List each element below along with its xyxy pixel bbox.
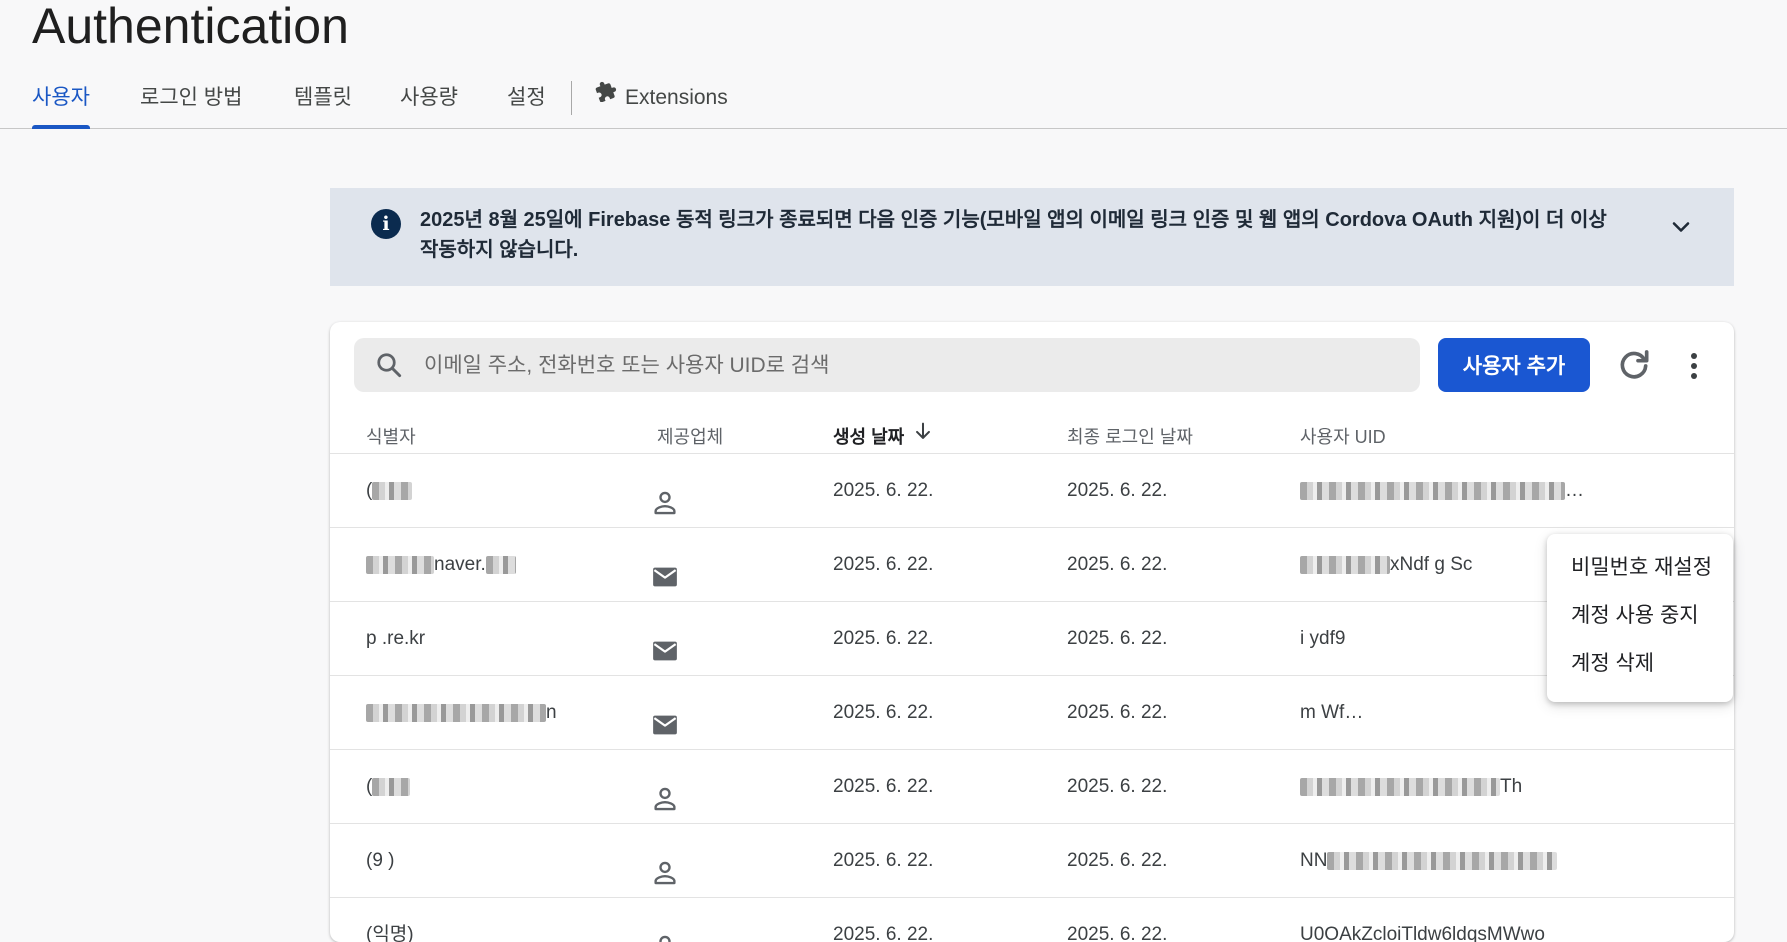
created-date-cell: 2025. 6. 22. xyxy=(833,702,934,723)
menu-item-reset-password[interactable]: 비밀번호 재설정 xyxy=(1547,544,1733,592)
table-row[interactable]: (익명) 2025. 6. 22. 2025. 6. 22. U0OAkZclo… xyxy=(330,898,1734,942)
table-row[interactable]: n 2025. 6. 22. 2025. 6. 22. m Wf… xyxy=(330,676,1734,750)
uid-text: i ydf9 xyxy=(1300,628,1346,649)
tab-settings[interactable]: 설정 xyxy=(507,78,546,128)
info-icon: i xyxy=(371,209,401,239)
identifier-cell: (익명) xyxy=(366,924,414,942)
tab-bar: 사용자 로그인 방법 템플릿 사용량 설정 Extensions xyxy=(0,78,1787,129)
table-row[interactable]: ( 2025. 6. 22. 2025. 6. 22. Th xyxy=(330,750,1734,824)
table-row[interactable]: (9 ) 2025. 6. 22. 2025. 6. 22. NN xyxy=(330,824,1734,898)
table-row[interactable]: ( 2025. 6. 22. 2025. 6. 22. … xyxy=(330,454,1734,528)
column-header-identifier[interactable]: 식별자 xyxy=(366,417,416,457)
menu-item-disable-account[interactable]: 계정 사용 중지 xyxy=(1547,592,1733,640)
identifier-cell: n xyxy=(366,676,616,749)
search-input[interactable] xyxy=(422,338,1406,394)
identifier-cell: (9 ) xyxy=(366,824,616,897)
deprecation-banner: i 2025년 8월 25일에 Firebase 동적 링크가 종료되면 다음 … xyxy=(330,188,1734,286)
last-sign-in-cell: 2025. 6. 22. xyxy=(1067,702,1168,723)
uid-text: m Wf… xyxy=(1300,702,1364,723)
created-date-cell: 2025. 6. 22. xyxy=(833,554,934,575)
uid-text: xNdf g Sc xyxy=(1390,554,1473,575)
column-header-uid[interactable]: 사용자 UID xyxy=(1300,417,1386,457)
redacted-block xyxy=(372,777,411,796)
chevron-down-icon[interactable] xyxy=(1669,215,1693,239)
search-icon xyxy=(374,350,404,380)
page-title: Authentication xyxy=(32,0,349,54)
identifier-text: naver. xyxy=(434,554,486,575)
redacted-block xyxy=(1300,777,1500,796)
uid-cell: NN xyxy=(1300,824,1600,897)
email-icon xyxy=(650,624,680,661)
redacted-block xyxy=(366,703,546,722)
identifier-cell: ( xyxy=(366,454,616,527)
uid-cell: … xyxy=(1300,454,1600,527)
tab-extensions-label: Extensions xyxy=(625,86,728,109)
person-icon xyxy=(650,846,680,885)
identifier-cell: p .re.kr xyxy=(366,602,616,675)
last-sign-in-cell: 2025. 6. 22. xyxy=(1067,554,1168,575)
row-context-menu: 비밀번호 재설정 계정 사용 중지 계정 삭제 xyxy=(1547,534,1733,702)
provider-cell xyxy=(650,676,710,749)
redacted-block xyxy=(1300,555,1390,574)
users-card: 사용자 추가 식별자 제공업체 생성 날짜 최종 로그인 날짜 사용자 UID … xyxy=(330,322,1734,942)
tab-templates[interactable]: 템플릿 xyxy=(294,78,352,128)
uid-text: Th xyxy=(1500,776,1523,797)
last-sign-in-cell: 2025. 6. 22. xyxy=(1067,628,1168,649)
uid-cell: U0OAkZcloiTldw6ldqsMWwo xyxy=(1300,924,1545,942)
redacted-block xyxy=(485,555,516,574)
redacted-block xyxy=(1327,851,1558,870)
provider-cell xyxy=(650,898,710,942)
tab-sign-in-method[interactable]: 로그인 방법 xyxy=(140,78,242,128)
last-sign-in-cell: 2025. 6. 22. xyxy=(1067,480,1168,501)
last-sign-in-cell: 2025. 6. 22. xyxy=(1067,850,1168,871)
person-icon xyxy=(650,772,680,811)
identifier-cell: ( xyxy=(366,750,616,823)
redacted-block xyxy=(1300,481,1565,500)
redacted-block xyxy=(366,555,434,574)
provider-cell xyxy=(650,750,710,823)
table-row[interactable]: p .re.kr 2025. 6. 22. 2025. 6. 22. i ydf… xyxy=(330,602,1734,676)
uid-text: NN xyxy=(1300,850,1328,871)
redacted-block xyxy=(372,481,413,500)
created-date-cell: 2025. 6. 22. xyxy=(833,628,934,649)
more-vert-icon[interactable] xyxy=(1674,346,1714,386)
created-date-cell: 2025. 6. 22. xyxy=(833,480,934,501)
column-header-created-label: 생성 날짜 xyxy=(833,427,905,447)
add-user-button[interactable]: 사용자 추가 xyxy=(1438,338,1590,392)
identifier-cell: naver. xyxy=(366,528,616,601)
last-sign-in-cell: 2025. 6. 22. xyxy=(1067,924,1168,942)
uid-text: … xyxy=(1565,480,1584,501)
identifier-text: p .re.kr xyxy=(366,628,426,649)
provider-cell xyxy=(650,602,710,675)
tab-users[interactable]: 사용자 xyxy=(32,78,90,129)
menu-item-delete-account[interactable]: 계정 삭제 xyxy=(1547,640,1733,688)
search-box xyxy=(354,338,1420,394)
identifier-text: n xyxy=(546,702,557,723)
column-header-provider[interactable]: 제공업체 xyxy=(657,417,723,457)
table-row[interactable]: naver. 2025. 6. 22. 2025. 6. 22. xNdf g … xyxy=(330,528,1734,602)
email-icon xyxy=(650,698,680,735)
provider-cell xyxy=(650,454,710,527)
created-date-cell: 2025. 6. 22. xyxy=(833,924,934,942)
puzzle-icon xyxy=(595,76,617,116)
last-sign-in-cell: 2025. 6. 22. xyxy=(1067,776,1168,797)
provider-cell xyxy=(650,528,710,601)
column-header-last-sign-in[interactable]: 최종 로그인 날짜 xyxy=(1067,417,1193,457)
tab-extensions[interactable]: Extensions xyxy=(595,78,728,128)
person-icon xyxy=(650,476,680,515)
created-date-cell: 2025. 6. 22. xyxy=(833,776,934,797)
tab-divider xyxy=(571,81,572,115)
created-date-cell: 2025. 6. 22. xyxy=(833,850,934,871)
column-header-created[interactable]: 생성 날짜 xyxy=(833,417,934,457)
uid-cell: Th xyxy=(1300,750,1600,823)
tab-usage[interactable]: 사용량 xyxy=(400,78,458,128)
identifier-text: (9 ) xyxy=(366,850,395,871)
banner-message: 2025년 8월 25일에 Firebase 동적 링크가 종료되면 다음 인증… xyxy=(420,209,1607,261)
email-icon xyxy=(650,550,680,587)
provider-cell xyxy=(650,824,710,897)
refresh-icon[interactable] xyxy=(1614,346,1654,386)
arrow-down-icon xyxy=(912,416,934,456)
person-icon xyxy=(650,920,680,942)
